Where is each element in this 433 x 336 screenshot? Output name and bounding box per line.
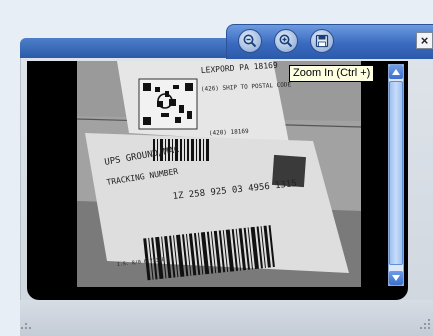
chevron-down-icon xyxy=(392,275,400,281)
zoom-out-button[interactable] xyxy=(238,29,262,53)
save-icon xyxy=(315,34,329,48)
zoom-in-button[interactable] xyxy=(274,29,298,53)
zoom-out-icon xyxy=(243,34,257,48)
resize-grip-right-icon[interactable] xyxy=(419,318,431,330)
zoom-in-tooltip: Zoom In (Ctrl +) xyxy=(289,65,375,82)
resize-grip-left-icon[interactable] xyxy=(20,318,32,330)
scroll-down-button[interactable] xyxy=(389,271,403,285)
window-bottom-bar xyxy=(20,300,433,336)
close-icon: × xyxy=(420,33,429,48)
save-button[interactable] xyxy=(310,29,334,53)
shipping-label-photo: LEXPORD PA 18169 (426) SHIP TO POSTAL CO… xyxy=(77,61,361,287)
scroll-up-button[interactable] xyxy=(389,65,403,79)
scroll-thumb[interactable] xyxy=(389,81,403,265)
vertical-scrollbar[interactable] xyxy=(388,64,404,286)
close-button[interactable]: × xyxy=(416,32,433,49)
zoom-in-icon xyxy=(279,34,293,48)
chevron-up-icon xyxy=(392,69,400,75)
image-viewer[interactable]: LEXPORD PA 18169 (426) SHIP TO POSTAL CO… xyxy=(27,61,408,300)
